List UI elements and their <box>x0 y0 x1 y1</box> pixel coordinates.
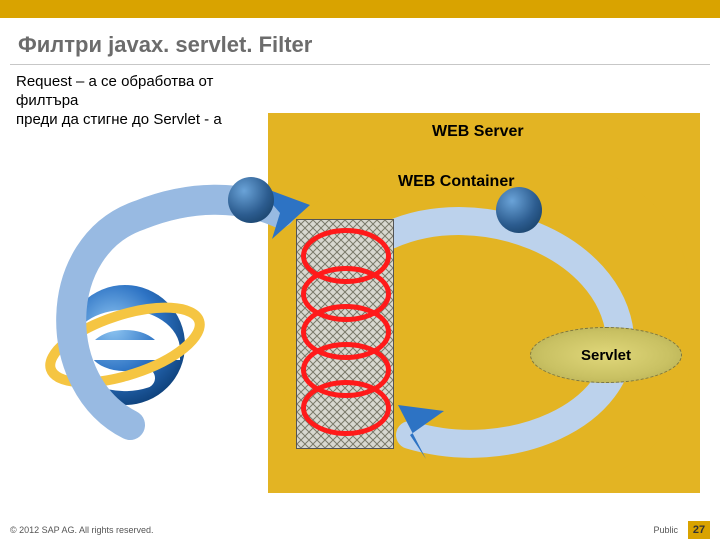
copyright-text: © 2012 SAP AG. All rights reserved. <box>10 525 154 535</box>
servlet-label: Servlet <box>581 347 631 364</box>
filter-ring-icon <box>301 380 391 436</box>
slide-title: Филтри javax. servlet. Filter <box>18 32 720 58</box>
slide-footer: © 2012 SAP AG. All rights reserved. Publ… <box>0 520 720 540</box>
filter-chain-box <box>296 219 394 449</box>
diagram-canvas: Request – а се обработва от филтъра пред… <box>10 65 710 505</box>
request-dot-icon <box>496 187 542 233</box>
page-number: 27 <box>688 521 710 539</box>
request-dot-icon <box>228 177 274 223</box>
servlet-node: Servlet <box>530 327 682 383</box>
brand-top-bar <box>0 0 720 18</box>
classification-label: Public <box>653 525 678 535</box>
